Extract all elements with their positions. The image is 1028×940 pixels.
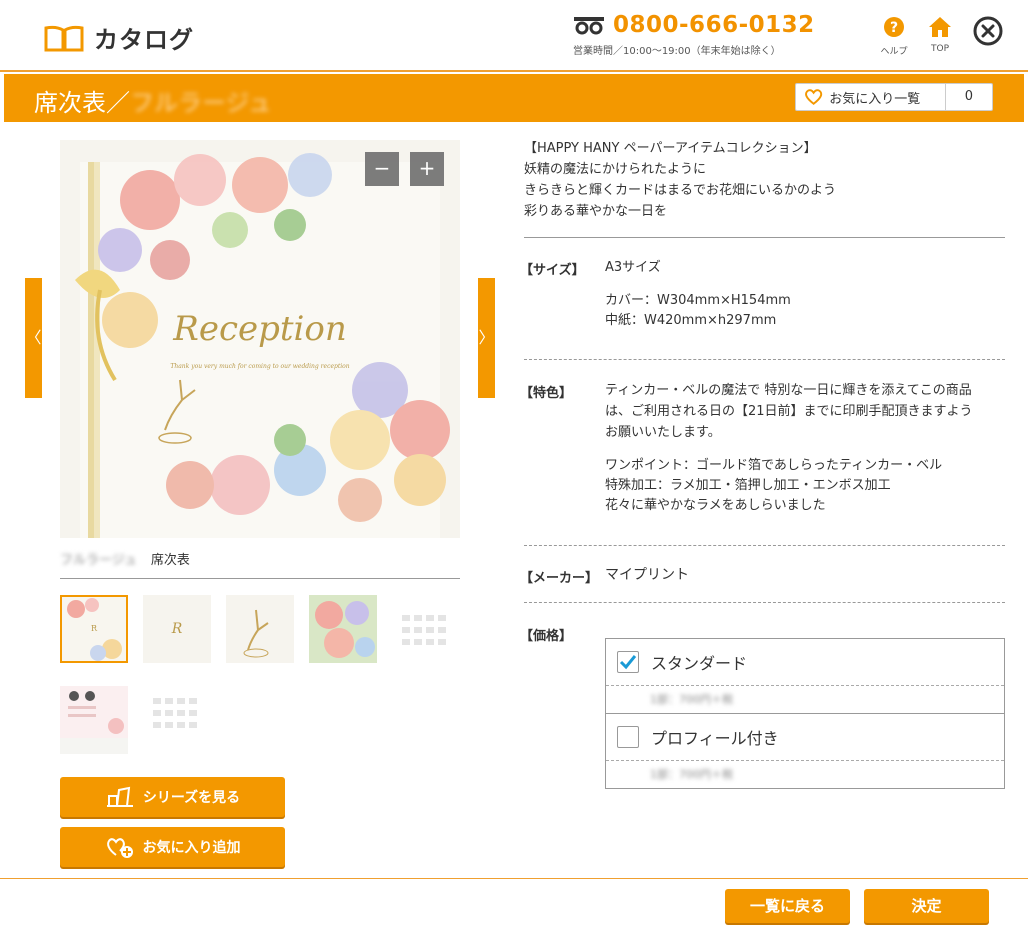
option-profile[interactable]: プロフィール付き xyxy=(606,713,1004,760)
size-value: A3サイズ xyxy=(605,260,661,275)
feature-line: は、ご利用される日の【21日前】までに印刷手配頂きますよう xyxy=(605,404,973,419)
option-price: 1部：700円＋税 xyxy=(606,760,1004,788)
maker-value: マイプリント xyxy=(605,567,689,583)
heart-plus-icon xyxy=(106,838,133,858)
product-main-image[interactable]: Reception Thank you very much for coming… xyxy=(60,140,460,538)
business-hours: 営業時間／10:00〜19:00（年末年始は除く） xyxy=(573,46,781,57)
feature-line: お願いいたします。 xyxy=(605,425,721,440)
product-caption: フルラージュ 席次表 xyxy=(60,549,190,568)
view-series-button[interactable]: シリーズを見る xyxy=(60,777,285,817)
top-label: TOP xyxy=(930,44,949,54)
intro-line: 彩りある華やかな一日を xyxy=(524,204,668,219)
product-illustration: Reception Thank you very much for coming… xyxy=(75,153,450,538)
thumbnail-title-image: R xyxy=(143,595,211,663)
intro-line: 妖精の魔法にかけられたように xyxy=(524,162,707,177)
thumbnail-profile-image xyxy=(60,686,128,738)
feature-label: 【特色】 xyxy=(520,386,573,401)
thumbnail-fairy-image xyxy=(226,595,294,663)
thumbnail-2[interactable]: R xyxy=(143,595,211,663)
page-title-text: 席次表／ xyxy=(34,89,130,117)
help-icon: ? xyxy=(884,17,904,37)
thumbnail-5[interactable] xyxy=(392,595,460,663)
series-icon xyxy=(106,786,133,807)
app-title: カタログ xyxy=(94,26,194,54)
option-price-text: 1部：700円＋税 xyxy=(650,768,733,781)
page-title: 席次表／フルラージュ xyxy=(34,83,272,118)
size-divider xyxy=(524,359,1005,360)
add-favorite-label: お気に入り追加 xyxy=(142,840,241,856)
phone-number[interactable]: 0800-666-0132 xyxy=(613,12,815,38)
maker-divider xyxy=(524,602,1005,603)
top-button[interactable]: TOP xyxy=(920,16,960,54)
favorites-count: 0 xyxy=(944,84,992,110)
feature-point: 特殊加工：ラメ加工・箔押し加工・エンボス加工 xyxy=(605,478,891,493)
option-name: プロフィール付き xyxy=(651,729,779,748)
svg-text:R: R xyxy=(91,624,98,633)
thumbnail-flowers-image xyxy=(309,595,377,663)
back-to-list-button[interactable]: 一覧に戻る xyxy=(725,889,850,923)
price-options: スタンダード 1部：700円＋税 プロフィール付き 1部：700円＋税 xyxy=(605,638,1005,789)
checkmark-icon xyxy=(619,655,637,670)
favorites-list-label: お気に入り一覧 xyxy=(829,91,921,107)
thumbnail-4[interactable] xyxy=(309,595,377,663)
thumbnail-6[interactable] xyxy=(60,686,128,754)
thumbnail-seating-image xyxy=(143,686,211,738)
catalog-logo[interactable]: カタログ xyxy=(44,20,194,55)
option-price-text: 1部：700円＋税 xyxy=(650,693,733,706)
feature-divider xyxy=(524,545,1005,546)
page-title-bar: 席次表／フルラージュ お気に入り一覧 0 xyxy=(4,74,1024,122)
view-series-label: シリーズを見る xyxy=(142,790,241,806)
thumbnail-1[interactable]: R xyxy=(60,595,128,663)
decide-button[interactable]: 決定 xyxy=(864,889,989,923)
size-cover: カバー：W304mm×H154mm xyxy=(605,293,791,308)
feature-line: ティンカー・ベルの魔法で 特別な一日に輝きを添えてこの商品 xyxy=(605,383,972,398)
zoom-out-button[interactable]: − xyxy=(365,152,399,186)
intro-line: きらきらと輝くカードはまるでお花畑にいるかのよう xyxy=(524,183,837,198)
image-reception-subtext: Thank you very much for coming to our we… xyxy=(170,363,349,370)
option-standard[interactable]: スタンダード xyxy=(606,639,1004,685)
help-button[interactable]: ? ヘルプ xyxy=(874,16,914,57)
size-label: 【サイズ】 xyxy=(520,263,585,278)
home-icon xyxy=(929,17,951,37)
book-icon xyxy=(44,25,84,51)
thumbnail-7[interactable] xyxy=(143,686,211,738)
standard-checkbox[interactable] xyxy=(617,651,639,673)
caption-name: 席次表 xyxy=(150,553,190,568)
thumbnail-3[interactable] xyxy=(226,595,294,663)
next-image-arrow[interactable]: 〉 xyxy=(478,278,495,398)
intro-divider xyxy=(524,237,1005,238)
caption-series: フルラージュ xyxy=(60,553,137,568)
thumbnail-cover-image: R xyxy=(62,597,126,661)
prev-image-arrow[interactable]: 〈 xyxy=(25,278,42,398)
maker-label: 【メーカー】 xyxy=(520,571,599,586)
feature-point: 花々に華やかなラメをあしらいました xyxy=(605,498,826,513)
close-icon xyxy=(973,16,1003,46)
page-title-series: フルラージュ xyxy=(130,89,272,117)
svg-text:R: R xyxy=(171,621,183,637)
image-reception-text: Reception xyxy=(172,309,347,349)
thumbnail-seating-image xyxy=(392,595,460,663)
free-dial-icon xyxy=(574,17,604,35)
option-name: スタンダード xyxy=(651,654,748,673)
favorites-list-button[interactable]: お気に入り一覧 0 xyxy=(795,83,993,111)
close-button[interactable] xyxy=(973,16,1003,46)
contact-info: 0800-666-0132 営業時間／10:00〜19:00（年末年始は除く） xyxy=(573,12,833,57)
intro-line: 【HAPPY HANY ペーパーアイテムコレクション】 xyxy=(524,141,817,156)
feature-point: ワンポイント：ゴールド箔であしらったティンカー・ベル xyxy=(605,458,943,473)
add-favorite-button[interactable]: お気に入り追加 xyxy=(60,827,285,867)
option-price: 1部：700円＋税 xyxy=(606,685,1004,713)
app-header: カタログ 0800-666-0132 営業時間／10:00〜19:00（年末年始… xyxy=(0,0,1028,72)
price-label: 【価格】 xyxy=(520,629,573,644)
heart-icon xyxy=(805,89,823,105)
product-intro: 【HAPPY HANY ペーパーアイテムコレクション】 妖精の魔法にかけられたよ… xyxy=(524,138,836,222)
caption-divider xyxy=(60,578,460,579)
size-inner: 中紙：W420mm×h297mm xyxy=(605,313,777,328)
zoom-in-button[interactable]: + xyxy=(410,152,444,186)
help-label: ヘルプ xyxy=(880,47,908,57)
svg-text:?: ? xyxy=(890,20,898,36)
profile-checkbox[interactable] xyxy=(617,726,639,748)
